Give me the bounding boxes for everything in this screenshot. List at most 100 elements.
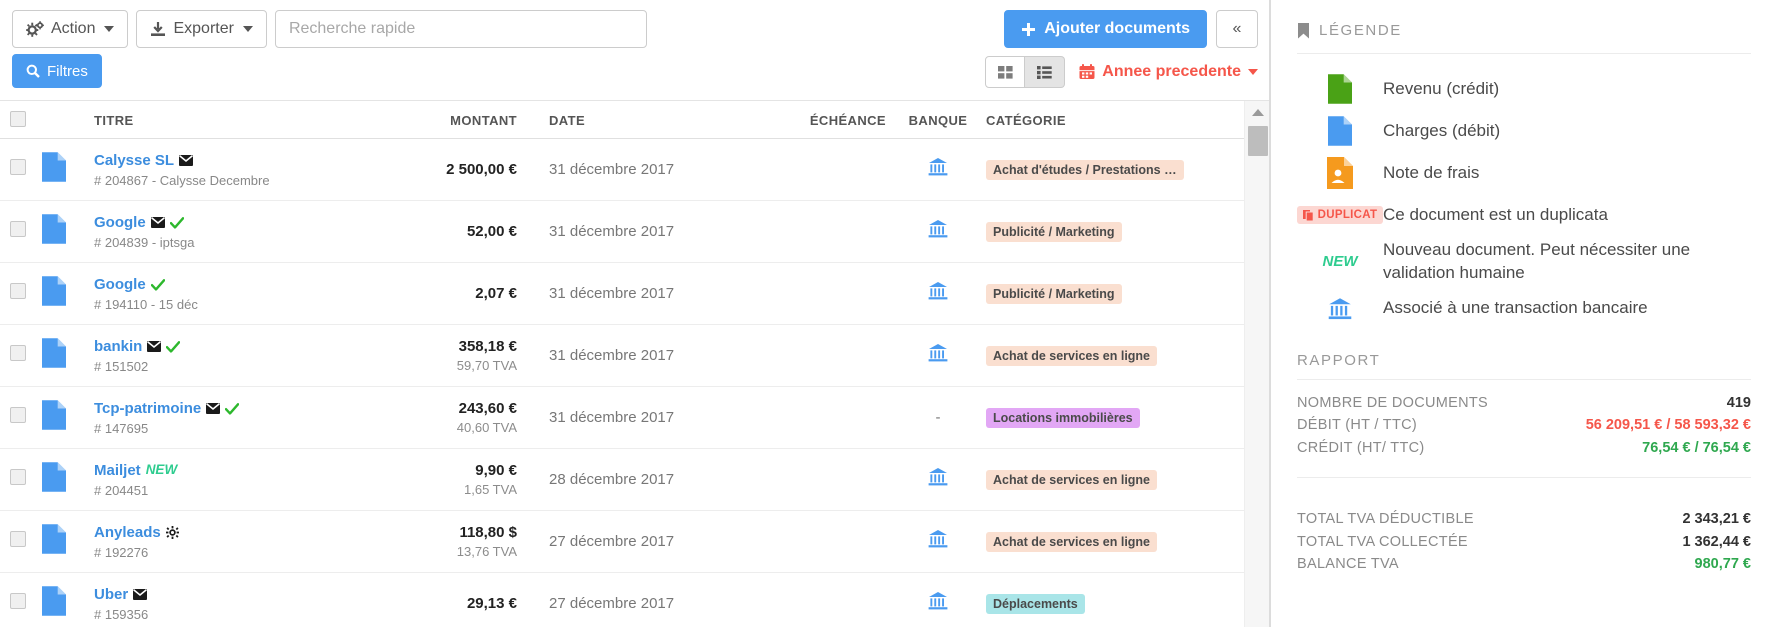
category-badge[interactable]: Achat de services en ligne [986,469,1158,490]
table-row[interactable]: Mailjet NEW # 204451 9,90 € 1,65 TVA 28 décem… [0,448,1245,511]
row-title-cell: Google # 194110 - 15 déc [76,262,386,325]
filters-button[interactable]: Filtres [12,54,102,88]
row-title-line: Uber [94,586,380,604]
bank-icon[interactable] [928,529,948,549]
category-badge[interactable]: Achat de services en ligne [986,531,1158,552]
table-row[interactable]: Calysse SL # 204867 - Calysse Decembre 2 5… [0,138,1245,201]
bank-icon[interactable] [928,219,948,239]
row-title-link[interactable]: Anyleads [94,524,161,542]
row-doc-icon-cell [36,324,76,387]
row-amount-cell: 243,60 € 40,60 TVA [386,386,531,449]
row-checkbox[interactable] [10,593,26,609]
row-amount-cell: 52,00 € [386,200,531,263]
document-blue-icon[interactable] [42,276,70,311]
rapport-row-label: BALANCE TVA [1297,556,1399,573]
collapse-panel-button[interactable]: « [1216,10,1258,48]
document-blue-icon[interactable] [42,152,70,187]
download-icon [150,21,166,37]
row-checkbox[interactable] [10,159,26,175]
legend-icon-slot [1297,116,1383,146]
table-row[interactable]: Tcp-patrimoine # 147695 243,60 € 40,60 TVA 3… [0,386,1245,449]
bank-icon[interactable] [928,467,948,487]
select-all-checkbox[interactable] [10,111,26,127]
row-echeance [766,448,896,511]
row-echeance [766,324,896,387]
export-dropdown-button[interactable]: Exporter [136,10,267,48]
legend-item-label: Nouveau document. Peut nécessiter une va… [1383,240,1691,282]
bank-icon[interactable] [928,591,948,611]
bank-icon[interactable] [928,157,948,177]
rapport-row-label: TOTAL TVA DÉDUCTIBLE [1297,511,1474,528]
document-blue-icon[interactable] [42,400,70,435]
bank-icon[interactable] [928,281,948,301]
table-row[interactable]: Google # 194110 - 15 déc 2,07 € 31 décembre… [0,262,1245,325]
row-bank-cell: - [896,386,980,449]
category-badge[interactable]: Publicité / Marketing [986,283,1122,304]
rapport-summary-bottom: TOTAL TVA DÉDUCTIBLE 2 343,21 € TOTAL TVA … [1297,496,1751,575]
legend-item-label: Associé à une transaction bancaire [1383,298,1648,318]
bank-icon[interactable] [928,343,948,363]
mail-icon [206,403,221,414]
row-date: 31 décembre 2017 [531,262,766,325]
column-header-banque[interactable]: BANQUE [896,101,980,139]
list-view-button[interactable] [1025,56,1066,88]
row-checkbox[interactable] [10,221,26,237]
table-scrollbar[interactable] [1244,101,1270,627]
row-date: 31 décembre 2017 [531,324,766,387]
category-badge[interactable]: Locations immobilières [986,407,1140,428]
rapport-summary-top: NOMBRE DE DOCUMENTS 419 DÉBIT (HT / TTC) 56… [1297,380,1751,459]
column-header-titre[interactable]: TITRE [76,101,386,139]
table-row[interactable]: Uber # 159356 29,13 € 27 décembre 2017 Dépla… [0,572,1245,627]
row-bank-cell [896,510,980,573]
row-category-cell: Achat de services en ligne [980,324,1245,387]
category-badge[interactable]: Achat d'études / Prestations … [986,159,1184,180]
category-badge[interactable]: Déplacements [986,593,1085,614]
row-title-link[interactable]: Google [94,276,146,294]
search-input[interactable] [274,10,647,48]
row-checkbox[interactable] [10,407,26,423]
rapport-row-value: 56 209,51 € / 58 593,32 € [1585,417,1751,434]
table-row[interactable]: Anyleads # 192276 118,80 $ 13,76 TVA 27 déce… [0,510,1245,573]
gear-icon [165,526,179,539]
scrollbar-thumb[interactable] [1248,126,1268,156]
row-title-link[interactable]: Uber [94,586,128,604]
row-title-link[interactable]: Calysse SL [94,152,174,170]
table-row[interactable]: bankin # 151502 358,18 € 59,70 TVA 31 décemb… [0,324,1245,387]
document-blue-icon[interactable] [42,214,70,249]
column-header-echeance[interactable]: ÉCHÉANCE [766,101,896,139]
grid-view-button[interactable] [985,56,1026,88]
doc-icon-header [36,101,76,139]
row-checkbox[interactable] [10,345,26,361]
scroll-up-arrow-icon[interactable] [1252,109,1264,116]
document-blue-icon[interactable] [42,338,70,373]
category-badge[interactable]: Achat de services en ligne [986,345,1158,366]
document-orange-icon [1327,157,1353,189]
view-controls: Annee precedente [985,56,1258,88]
row-echeance [766,138,896,201]
action-dropdown-button[interactable]: Action [12,10,129,48]
row-title-link[interactable]: bankin [94,338,142,356]
table-row[interactable]: Google # 204839 - iptsga 52,00 € 31 décembr… [0,200,1245,263]
row-title-link[interactable]: Google [94,214,146,232]
column-header-montant[interactable]: MONTANT [386,101,531,139]
legend-icon-slot [1297,74,1383,104]
filter-toolbar: Filtres Annee precedente [0,54,1270,100]
rapport-row-label: CRÉDIT (HT/ TTC) [1297,439,1425,456]
row-checkbox[interactable] [10,283,26,299]
row-title-link[interactable]: Mailjet [94,462,141,480]
row-checkbox[interactable] [10,531,26,547]
row-checkbox[interactable] [10,469,26,485]
row-title-link[interactable]: Tcp-patrimoine [94,400,201,418]
legend-item: DUPLICAT Ce document est un duplicata [1296,194,1751,236]
add-documents-button[interactable]: Ajouter documents [1004,10,1207,48]
document-blue-icon[interactable] [42,462,70,497]
row-amount-cell: 9,90 € 1,65 TVA [386,448,531,511]
row-bank-cell [896,138,980,201]
row-title-line: Google [94,214,380,232]
document-blue-icon[interactable] [42,586,70,621]
year-filter-button[interactable]: Annee precedente [1079,63,1258,81]
document-blue-icon[interactable] [42,524,70,559]
column-header-date[interactable]: DATE [531,101,766,139]
column-header-categorie[interactable]: CATÉGORIE [980,101,1245,139]
category-badge[interactable]: Publicité / Marketing [986,221,1122,242]
